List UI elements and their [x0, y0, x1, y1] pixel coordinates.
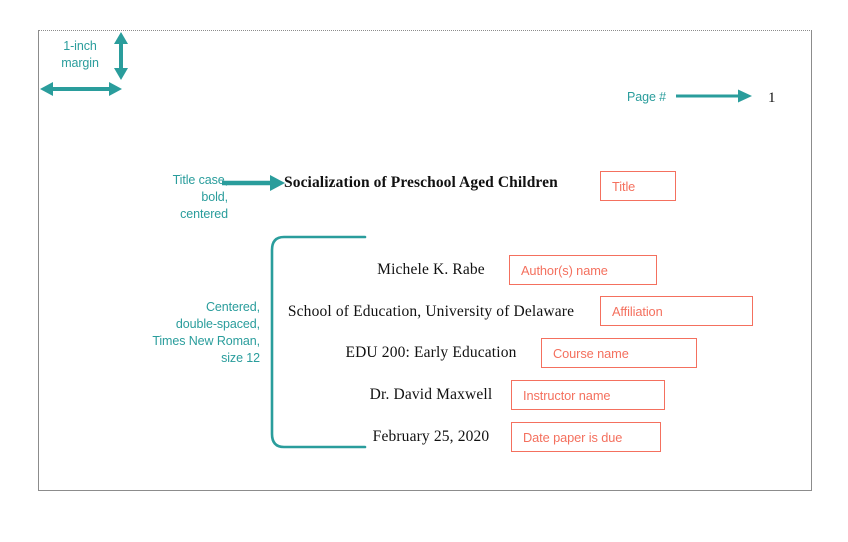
- margin-annotation-label: 1-inch margin: [61, 39, 99, 70]
- body-rules-annotation-label: Centered, double-spaced, Times New Roman…: [152, 300, 260, 365]
- callout-date-due: Date paper is due: [511, 422, 661, 452]
- document-affiliation-line: School of Education, University of Delaw…: [287, 303, 575, 320]
- page-number-annotation-label: Page #: [627, 90, 667, 104]
- document-page-number: 1: [768, 90, 776, 106]
- callout-course-name: Course name: [541, 338, 697, 368]
- margin-horizontal-arrow-icon: [40, 82, 122, 96]
- callout-instructor-name: Instructor name: [511, 380, 665, 410]
- title-rules-annotation-label: Title case, bold, centered: [172, 173, 229, 221]
- callout-author-name: Author(s) name: [509, 255, 657, 285]
- page-number-arrow-icon: [676, 89, 752, 103]
- callout-title: Title: [600, 171, 676, 201]
- callout-affiliation: Affiliation: [600, 296, 753, 326]
- document-title: Socialization of Preschool Aged Children: [284, 174, 558, 191]
- margin-vertical-arrow-icon: [114, 32, 128, 80]
- title-arrow-icon: [222, 175, 285, 191]
